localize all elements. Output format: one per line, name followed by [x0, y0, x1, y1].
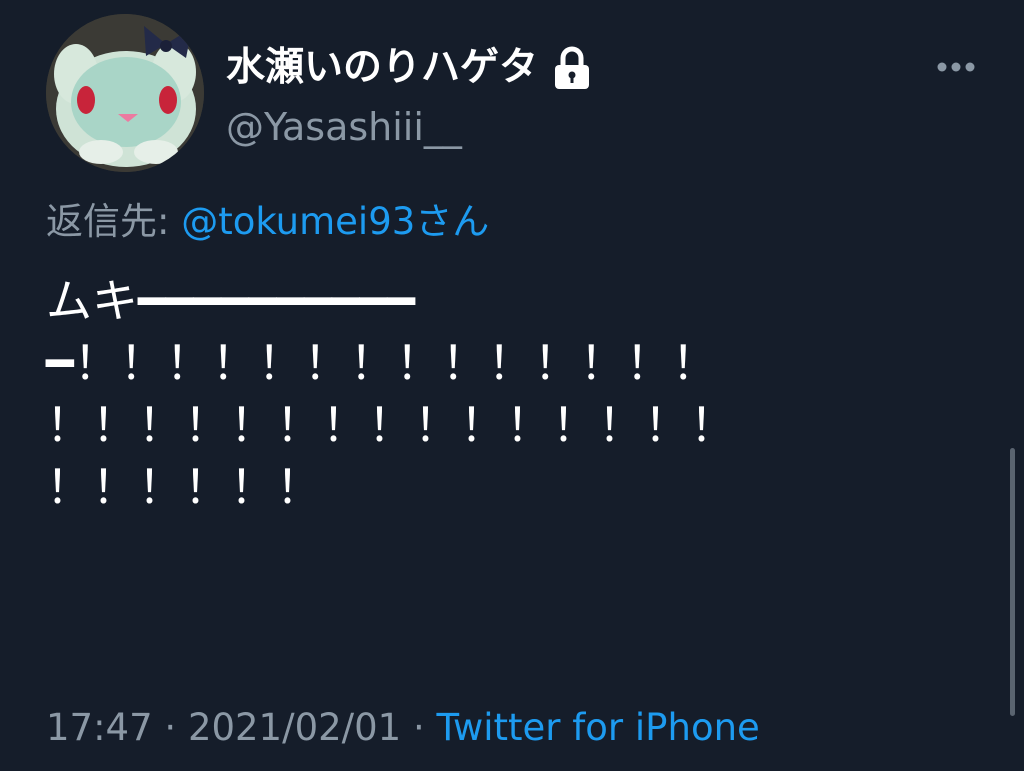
tweet-source-link[interactable]: Twitter for iPhone — [437, 706, 760, 749]
plush-bunny-avatar-icon — [46, 14, 204, 172]
reply-to-row: 返信先: @tokumei93さん — [46, 192, 489, 252]
more-options-icon[interactable] — [930, 52, 982, 82]
display-name-row: 水瀬いのりハゲタ — [226, 40, 592, 96]
avatar[interactable] — [46, 14, 204, 172]
display-name[interactable]: 水瀬いのりハゲタ — [226, 40, 538, 96]
lock-icon — [555, 46, 590, 89]
tweet-date[interactable]: 2021/02/01 — [188, 706, 401, 749]
reply-to-label: 返信先: — [46, 200, 182, 243]
tweet-time[interactable]: 17:47 — [46, 706, 153, 749]
tweet-text-line: ！！！！！！！！！！！！！！！ — [46, 398, 736, 452]
tweet-text-line: ！！！！！！ — [46, 460, 322, 514]
tweet-card: 水瀬いのりハゲタ @Yasashiii__ 返信先: @tokumei93さん … — [0, 0, 1024, 771]
tweet-text: ムキ━━━━━━━━━━ ━！！！！！！！！！！！！！！ ！！！！！！！！！！！… — [46, 270, 976, 518]
meta-separator: · — [401, 706, 437, 749]
meta-separator: · — [152, 706, 188, 749]
tweet-text-line: ━！！！！！！！！！！！！！！ — [46, 336, 718, 390]
scrollbar[interactable] — [1010, 448, 1015, 716]
tweet-text-line: ムキ━━━━━━━━━━ — [46, 274, 415, 328]
user-handle[interactable]: @Yasashiii__ — [226, 101, 462, 153]
reply-to-user-link[interactable]: @tokumei93さん — [181, 200, 489, 243]
tweet-metadata: 17:47 · 2021/02/01 · Twitter for iPhone — [46, 700, 760, 756]
